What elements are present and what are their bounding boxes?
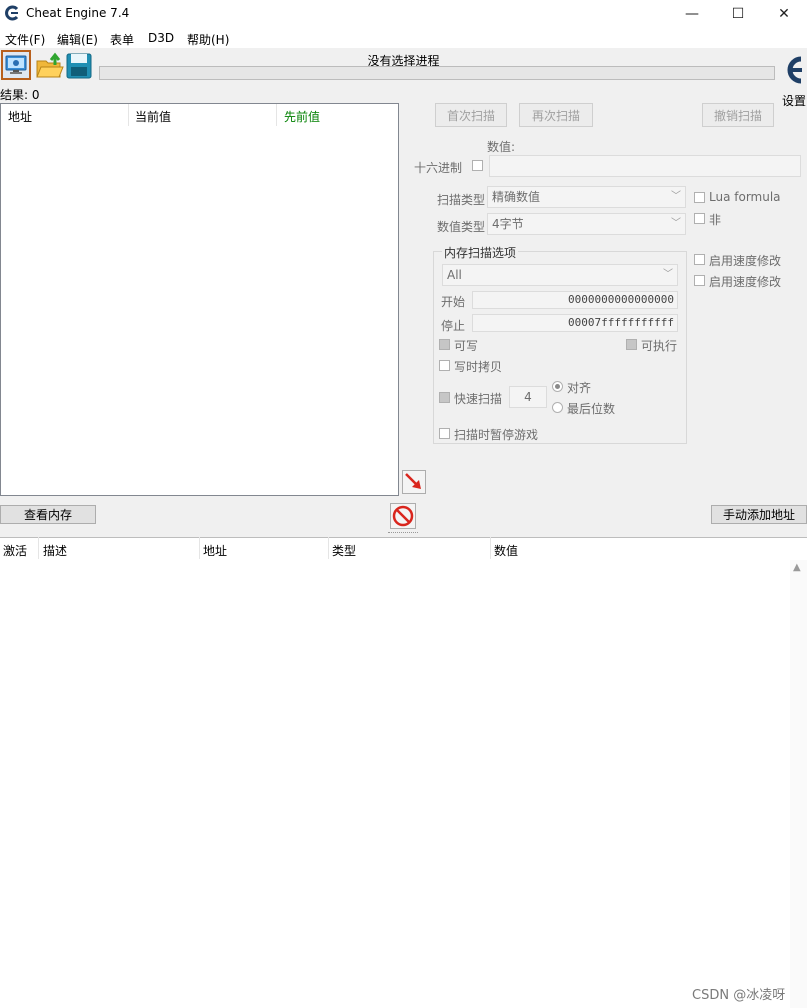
memory-region-select[interactable]: All ﹀ xyxy=(442,264,678,286)
clear-list-button[interactable] xyxy=(390,503,416,529)
start-label: 开始 xyxy=(441,295,466,309)
value-type-value: 4字节 xyxy=(492,217,524,231)
add-address-button[interactable]: 手动添加地址 xyxy=(711,505,807,524)
maximize-button[interactable]: ☐ xyxy=(715,0,761,28)
next-scan-button[interactable]: 再次扫描 xyxy=(519,103,593,127)
executable-checkbox[interactable] xyxy=(626,339,637,350)
hex-checkbox[interactable] xyxy=(472,160,483,171)
column-separator xyxy=(328,537,329,559)
minimize-button[interactable]: — xyxy=(669,0,715,28)
hex-label: 十六进制 xyxy=(414,161,463,175)
first-scan-button[interactable]: 首次扫描 xyxy=(435,103,507,127)
writable-checkbox[interactable] xyxy=(439,339,450,350)
column-separator xyxy=(38,537,39,559)
cheat-table-list[interactable] xyxy=(0,537,807,1008)
settings-label[interactable]: 设置 xyxy=(782,92,806,109)
scan-type-label: 扫描类型 xyxy=(437,193,486,207)
memory-region-value: All xyxy=(447,268,462,282)
align-radio[interactable] xyxy=(552,381,563,392)
pause-game-label: 扫描时暂停游戏 xyxy=(454,428,539,442)
column-header-address[interactable]: 地址 xyxy=(203,542,227,559)
undo-scan-button[interactable]: 撤销扫描 xyxy=(702,103,774,127)
scan-type-select[interactable]: 精确数值 ﹀ xyxy=(487,186,686,208)
scan-progress-bar xyxy=(99,66,775,80)
speedhack-label-2: 启用速度修改 xyxy=(709,275,782,289)
speedhack-checkbox[interactable] xyxy=(694,254,705,265)
column-separator xyxy=(199,537,200,559)
lua-formula-label: Lua formula xyxy=(709,190,781,204)
menu-d3d[interactable]: D3D xyxy=(148,31,174,45)
red-arrow-icon xyxy=(405,473,421,489)
stop-address-value: 00007fffffffffff xyxy=(568,316,674,329)
scan-type-value: 精确数值 xyxy=(492,190,541,204)
results-count: 结果: 0 xyxy=(0,88,40,102)
fast-scan-checkbox[interactable] xyxy=(439,392,450,403)
chevron-down-icon: ﹀ xyxy=(663,269,673,280)
cheat-engine-settings-icon[interactable] xyxy=(779,51,807,89)
column-separator xyxy=(276,104,277,126)
column-separator xyxy=(128,104,129,126)
close-button[interactable]: ✕ xyxy=(761,0,807,28)
value-type-label: 数值类型 xyxy=(437,220,486,234)
window-title: Cheat Engine 7.4 xyxy=(26,6,130,20)
column-header-value[interactable]: 数值 xyxy=(494,542,518,559)
stop-address-input[interactable]: 00007fffffffffff xyxy=(472,314,678,332)
value-type-select[interactable]: 4字节 ﹀ xyxy=(487,213,686,235)
chevron-down-icon: ﹀ xyxy=(671,218,681,229)
column-header-active[interactable]: 激活 xyxy=(3,542,27,559)
view-memory-button[interactable]: 查看内存 xyxy=(0,505,96,524)
column-header-current-value[interactable]: 当前值 xyxy=(135,108,171,125)
column-header-description[interactable]: 描述 xyxy=(43,542,67,559)
watermark: CSDN @冰凌呀 xyxy=(692,988,786,1003)
speedhack-label: 启用速度修改 xyxy=(709,254,782,268)
memory-options-title: 内存扫描选项 xyxy=(442,244,519,261)
menu-edit[interactable]: 编辑(E) xyxy=(57,31,98,48)
add-to-list-button[interactable] xyxy=(402,470,426,494)
start-address-input[interactable]: 0000000000000000 xyxy=(472,291,678,309)
value-input[interactable] xyxy=(489,155,801,177)
executable-label: 可执行 xyxy=(641,339,678,353)
fast-scan-input[interactable]: 4 xyxy=(509,386,547,408)
start-address-value: 0000000000000000 xyxy=(568,293,674,306)
copy-on-write-checkbox[interactable] xyxy=(439,360,450,371)
last-digits-label: 最后位数 xyxy=(567,402,616,416)
last-digits-radio[interactable] xyxy=(552,402,563,413)
speedhack-checkbox-2[interactable] xyxy=(694,275,705,286)
copy-on-write-label: 写时拷贝 xyxy=(454,360,503,374)
lua-formula-checkbox[interactable] xyxy=(694,192,705,203)
menu-help[interactable]: 帮助(H) xyxy=(187,31,229,48)
menu-file[interactable]: 文件(F) xyxy=(5,31,45,48)
stop-label: 停止 xyxy=(441,319,466,333)
align-label: 对齐 xyxy=(567,381,592,395)
column-header-previous-value[interactable]: 先前值 xyxy=(284,108,320,125)
column-header-address[interactable]: 地址 xyxy=(8,108,32,125)
column-header-type[interactable]: 类型 xyxy=(332,542,356,559)
no-entry-icon xyxy=(392,505,414,527)
writable-label: 可写 xyxy=(454,339,479,353)
scroll-up-icon[interactable]: ▲ xyxy=(793,562,801,573)
menu-table[interactable]: 表单 xyxy=(110,31,134,48)
not-label: 非 xyxy=(709,213,722,227)
column-separator xyxy=(490,537,491,559)
cheat-engine-logo-icon xyxy=(5,5,19,21)
pause-game-checkbox[interactable] xyxy=(439,428,450,439)
fast-scan-label: 快速扫描 xyxy=(454,392,503,406)
vertical-scrollbar[interactable]: ▲ xyxy=(790,560,807,1008)
not-checkbox[interactable] xyxy=(694,213,705,224)
value-label: 数值: xyxy=(487,140,516,154)
found-address-list[interactable] xyxy=(0,103,399,496)
chevron-down-icon: ﹀ xyxy=(671,191,681,202)
splitter-handle[interactable] xyxy=(388,532,418,535)
